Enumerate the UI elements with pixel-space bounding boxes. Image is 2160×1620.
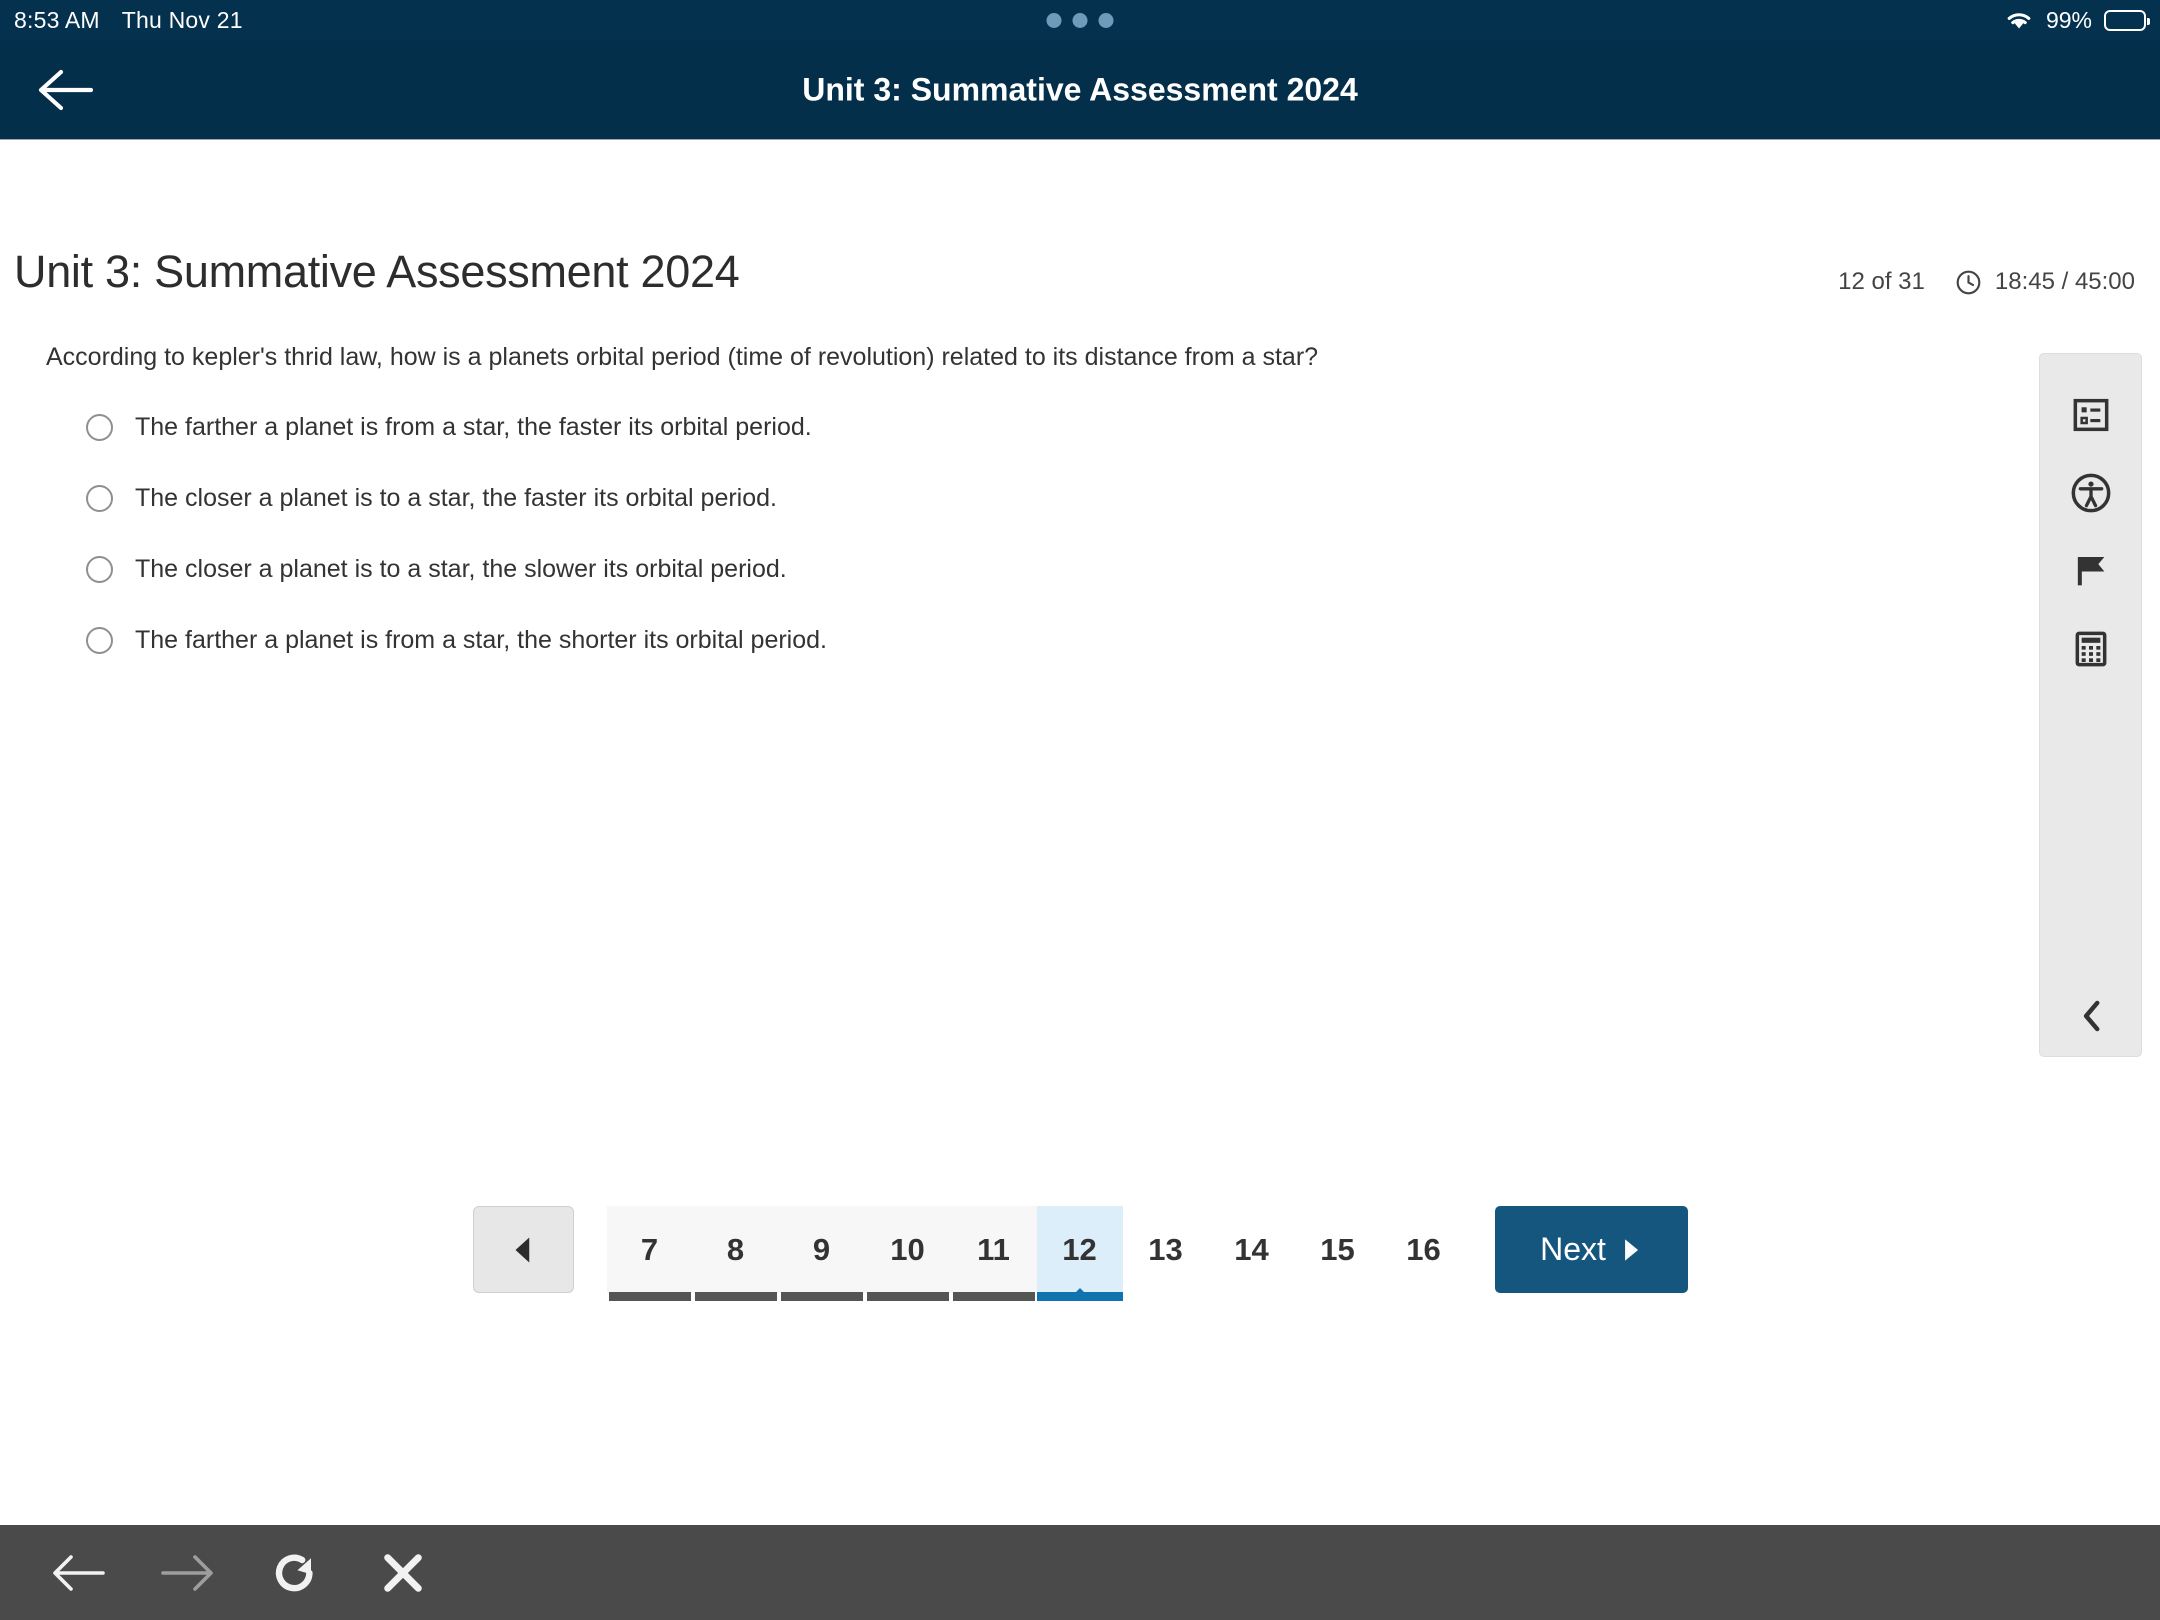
page-title: Unit 3: Summative Assessment 2024 — [14, 246, 740, 297]
triangle-left-icon — [515, 1237, 530, 1262]
answer-option[interactable]: The farther a planet is from a star, the… — [86, 403, 1786, 451]
page-number-label: 9 — [812, 1231, 831, 1267]
status-bar-right: 99% — [2004, 0, 2150, 40]
dot — [1046, 12, 1062, 28]
page-number-label: 14 — [1234, 1231, 1269, 1267]
status-bar-left: 8:53 AM Thu Nov 21 — [14, 0, 243, 40]
page-number-label: 15 — [1320, 1231, 1355, 1267]
app-header: Unit 3: Summative Assessment 2024 — [0, 40, 2160, 140]
question-navigator-button[interactable] — [2039, 376, 2142, 454]
pagination-inner: 7 8 9 10 11 12 13 14 15 16 Next — [472, 1206, 1688, 1301]
battery-icon — [2104, 9, 2150, 31]
page-number-label: 8 — [726, 1231, 745, 1267]
accessibility-icon — [2071, 473, 2110, 513]
chevron-left-icon — [2083, 1000, 2099, 1032]
tool-rail — [2039, 353, 2142, 1057]
answer-option[interactable]: The farther a planet is from a star, the… — [86, 616, 1786, 664]
pagination: 7 8 9 10 11 12 13 14 15 16 Next — [0, 1206, 2160, 1301]
back-arrow-icon — [38, 69, 93, 110]
clock-icon — [1956, 270, 1981, 294]
triangle-right-icon — [1624, 1238, 1638, 1261]
arrow-left-icon — [53, 1554, 105, 1591]
radio-button[interactable] — [86, 626, 113, 654]
answer-options: The farther a planet is from a star, the… — [86, 403, 1786, 687]
timer-text: 18:45 / 45:00 — [1994, 268, 2135, 295]
calculator-icon — [2075, 631, 2106, 667]
radio-button[interactable] — [86, 555, 113, 583]
answer-option-label: The closer a planet is to a star, the sl… — [135, 554, 787, 583]
page-number-16[interactable]: 16 — [1381, 1206, 1467, 1293]
arrow-right-icon — [161, 1554, 213, 1591]
page-number-11[interactable]: 11 — [950, 1206, 1037, 1301]
assessment-meta: 12 of 31 18:45 / 45:00 — [1838, 268, 2135, 296]
page-number-7[interactable]: 7 — [606, 1206, 693, 1301]
answer-option[interactable]: The closer a planet is to a star, the sl… — [86, 545, 1786, 593]
question-navigator-icon — [2073, 398, 2108, 432]
collapse-rail-button[interactable] — [2040, 986, 2143, 1046]
status-time: 8:53 AM — [14, 6, 100, 33]
radio-button[interactable] — [86, 413, 113, 441]
question-text: According to kepler's thrid law, how is … — [46, 343, 1319, 371]
assessment-content: Unit 3: Summative Assessment 2024 12 of … — [0, 141, 2160, 1525]
status-date: Thu Nov 21 — [121, 6, 243, 33]
wifi-icon — [2007, 13, 2031, 29]
accessibility-button[interactable] — [2039, 454, 2142, 532]
question-counter: 12 of 31 — [1838, 268, 1925, 295]
page-number-15[interactable]: 15 — [1295, 1206, 1381, 1293]
reload-icon — [275, 1554, 313, 1591]
page-number-label: 11 — [977, 1231, 1010, 1267]
answer-option[interactable]: The closer a planet is to a star, the fa… — [86, 474, 1786, 522]
radio-button[interactable] — [86, 484, 113, 512]
dot — [1098, 12, 1114, 28]
page-number-8[interactable]: 8 — [692, 1206, 779, 1301]
page-number-14[interactable]: 14 — [1209, 1206, 1295, 1293]
page-number-label: 16 — [1406, 1231, 1441, 1267]
answer-option-label: The closer a planet is to a star, the fa… — [135, 483, 777, 512]
page-number-label: 13 — [1148, 1231, 1183, 1267]
battery-percent: 99% — [2045, 6, 2092, 33]
page-number-label: 7 — [640, 1231, 659, 1267]
page-number-label: 12 — [1062, 1231, 1097, 1267]
page-number-12-current[interactable]: 12 — [1036, 1206, 1123, 1301]
browser-forward-button[interactable] — [158, 1544, 216, 1602]
page-number-label: 10 — [890, 1231, 925, 1267]
dot — [1072, 12, 1088, 28]
calculator-button[interactable] — [2039, 610, 2142, 688]
browser-reload-button[interactable] — [266, 1544, 324, 1602]
ipad-status-bar: 8:53 AM Thu Nov 21 99% — [0, 0, 2160, 40]
back-button[interactable] — [28, 54, 100, 126]
next-button-label: Next — [1540, 1231, 1606, 1267]
current-page-caret — [1066, 1288, 1093, 1301]
answer-option-label: The farther a planet is from a star, the… — [135, 625, 827, 654]
answer-option-label: The farther a planet is from a star, the… — [135, 412, 812, 441]
close-icon — [384, 1553, 422, 1592]
three-dots-icon — [1046, 0, 1114, 40]
page-number-9[interactable]: 9 — [778, 1206, 865, 1301]
browser-close-button[interactable] — [374, 1544, 432, 1602]
browser-bottom-bar — [0, 1525, 2160, 1620]
next-question-button[interactable]: Next — [1494, 1206, 1688, 1293]
timer-group: 18:45 / 45:00 — [1955, 268, 2135, 296]
flag-icon — [2077, 557, 2104, 586]
title-row: Unit 3: Summative Assessment 2024 12 of … — [0, 246, 2160, 316]
browser-back-button[interactable] — [50, 1544, 108, 1602]
app-bar-title: Unit 3: Summative Assessment 2024 — [802, 71, 1358, 107]
flag-question-button[interactable] — [2039, 532, 2142, 610]
previous-question-button[interactable] — [472, 1206, 574, 1293]
page-number-13[interactable]: 13 — [1123, 1206, 1209, 1293]
page-number-10[interactable]: 10 — [864, 1206, 951, 1301]
